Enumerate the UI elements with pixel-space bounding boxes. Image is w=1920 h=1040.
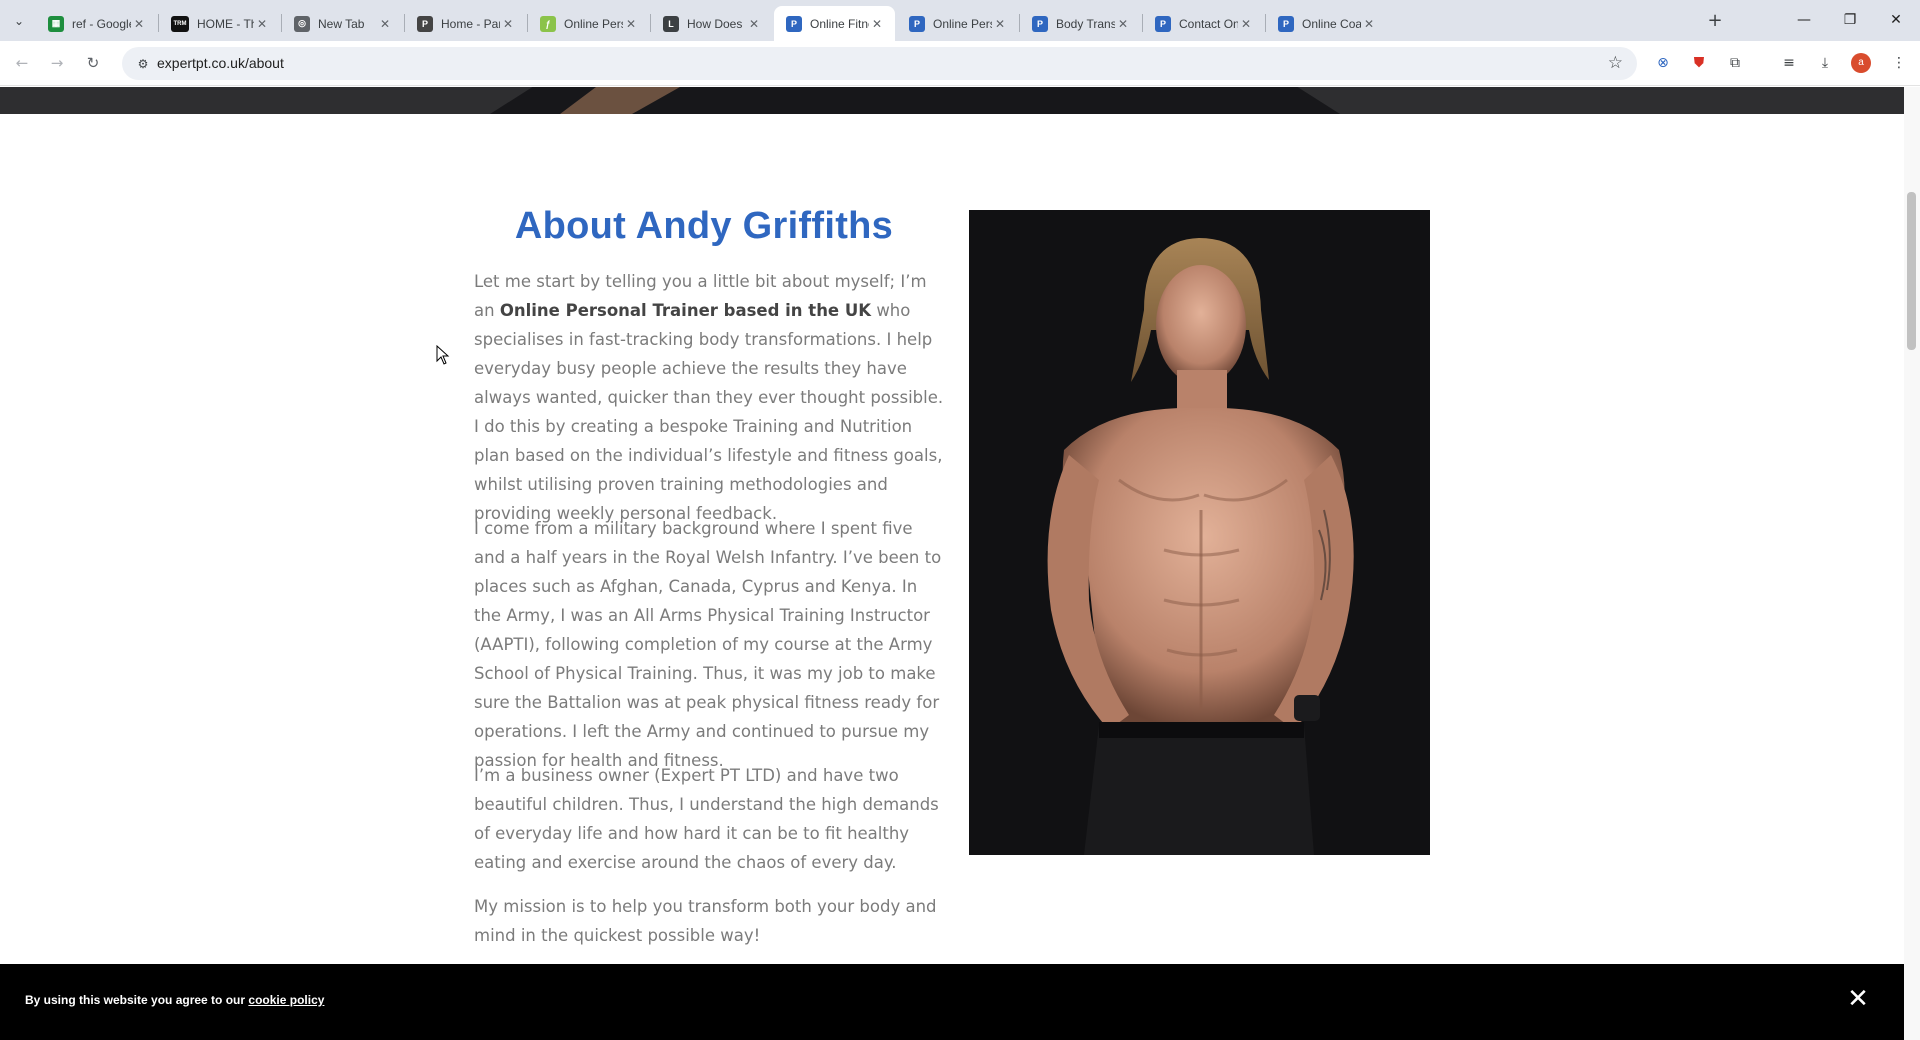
close-window-icon[interactable]: ✕ <box>1873 8 1919 32</box>
military-paragraph: I come from a military background where … <box>474 519 942 770</box>
tab-title: HOME - The R <box>197 16 254 31</box>
l-logo-icon: L <box>663 15 679 32</box>
expertpt-icon: P <box>1032 15 1048 32</box>
page-title: About Andy Griffiths <box>514 205 894 247</box>
tab-close-icon[interactable]: ✕ <box>869 17 885 31</box>
tab-close-icon[interactable]: ✕ <box>1238 17 1254 31</box>
trainer-photo-illustration <box>969 210 1430 855</box>
tab-close-icon[interactable]: ✕ <box>1361 17 1377 31</box>
extensions-puzzle-icon[interactable]: ⧉ <box>1724 52 1746 74</box>
page-viewport: About Andy Griffiths Let me start by tel… <box>0 87 1904 1040</box>
extension-icon[interactable]: ⊗ <box>1652 52 1674 74</box>
browser-tab[interactable]: P Online Fitness✕ <box>774 6 895 41</box>
browser-toolbar: ← → ↻ ⚙ expertpt.co.uk/about ☆ ⊗ ⛊ ⧉ ≡ ⤓… <box>0 41 1920 86</box>
tab-title: ref - Google Sh <box>72 16 131 31</box>
shield-extension-icon[interactable]: ⛊ <box>1688 52 1710 74</box>
tab-title: Online Fitness <box>810 16 869 31</box>
trainer-photo <box>969 210 1430 855</box>
forward-icon[interactable]: → <box>45 51 69 75</box>
chrome-icon: ◎ <box>294 15 310 32</box>
google-sheets-icon: ▦ <box>48 15 64 32</box>
tab-title: Contact Online <box>1179 16 1238 31</box>
tab-search-chevron-icon[interactable]: ⌄ <box>8 10 30 32</box>
mission-paragraph: My mission is to help you transform both… <box>474 897 937 945</box>
minimize-icon[interactable]: — <box>1781 8 1827 32</box>
expertpt-icon: P <box>786 15 802 32</box>
expertpt-icon: P <box>1278 15 1294 32</box>
browser-tab[interactable]: ƒ Online Persona✕ <box>528 6 649 41</box>
browser-tab[interactable]: P Online Coachin✕ <box>1266 6 1387 41</box>
mouse-cursor-icon <box>436 345 450 365</box>
business-paragraph: I’m a business owner (Expert PT LTD) and… <box>474 766 939 872</box>
tab-title: How Does Onli <box>687 16 746 31</box>
expertpt-icon: P <box>909 15 925 32</box>
tab-title: Home - Parker <box>441 16 500 31</box>
tab-close-icon[interactable]: ✕ <box>500 17 516 31</box>
intro-paragraph: Let me start by telling you a little bit… <box>474 267 944 528</box>
hero-image-bottom <box>0 87 1904 114</box>
browser-menu-icon[interactable]: ⋮ <box>1888 52 1910 74</box>
leaf-icon: ƒ <box>540 15 556 32</box>
tab-title: Body Transform <box>1056 16 1115 31</box>
cookie-policy-link[interactable]: cookie policy <box>248 993 324 1007</box>
tab-title: Online Persona <box>564 16 623 31</box>
browser-tab[interactable]: P Online Persona✕ <box>897 6 1018 41</box>
back-icon[interactable]: ← <box>10 51 34 75</box>
tab-close-icon[interactable]: ✕ <box>131 17 147 31</box>
tab-close-icon[interactable]: ✕ <box>623 17 639 31</box>
tab-close-icon[interactable]: ✕ <box>992 17 1008 31</box>
cookie-text: By using this website you agree to our <box>25 993 246 1007</box>
expertpt-icon: P <box>1155 15 1171 32</box>
tab-title: Online Persona <box>933 16 992 31</box>
tab-title: New Tab <box>318 16 365 31</box>
tab-title: Online Coachin <box>1302 16 1361 31</box>
profile-avatar[interactable]: a <box>1851 53 1871 73</box>
media-controls-icon[interactable]: ≡ <box>1778 52 1800 74</box>
new-tab-button[interactable]: + <box>1703 9 1727 33</box>
tab-close-icon[interactable]: ✕ <box>746 17 762 31</box>
browser-tab[interactable]: P Home - Parker✕ <box>405 6 526 41</box>
url-text[interactable]: expertpt.co.uk/about <box>157 55 284 71</box>
browser-tab[interactable]: ▦ ref - Google Sh✕ <box>36 6 157 41</box>
browser-tab[interactable]: P Contact Online✕ <box>1143 6 1264 41</box>
tab-close-icon[interactable]: ✕ <box>377 17 393 31</box>
tab-strip: ⌄ ▦ref - Google Sh✕TRMHOME - The R✕◎New … <box>0 0 1920 41</box>
cookie-close-icon[interactable]: ✕ <box>1845 986 1871 1012</box>
bookmark-star-icon[interactable]: ☆ <box>1608 53 1623 73</box>
parker-logo-icon: P <box>417 15 433 32</box>
browser-tab[interactable]: L How Does Onli✕ <box>651 6 772 41</box>
downloads-icon[interactable]: ⤓ <box>1814 52 1836 74</box>
restore-icon[interactable]: ❐ <box>1827 8 1873 32</box>
tab-close-icon[interactable]: ✕ <box>254 17 270 31</box>
address-bar[interactable]: ⚙ expertpt.co.uk/about ☆ <box>122 47 1637 80</box>
intro-text-end: who specialises in fast-tracking body tr… <box>474 301 944 523</box>
cookie-message: By using this website you agree to our c… <box>25 993 324 1007</box>
browser-tab[interactable]: ◎ New Tab ✕ <box>282 6 403 41</box>
scrollbar-thumb[interactable] <box>1907 192 1916 350</box>
tab-close-icon[interactable]: ✕ <box>1115 17 1131 31</box>
browser-tab[interactable]: P Body Transform✕ <box>1020 6 1141 41</box>
cookie-banner: By using this website you agree to our c… <box>0 964 1904 1040</box>
intro-text-bold: Online Personal Trainer based in the UK <box>499 301 872 320</box>
page-scrollbar[interactable] <box>1904 87 1920 1040</box>
reload-icon[interactable]: ↻ <box>81 51 105 75</box>
trm-logo-icon: TRM <box>171 15 189 32</box>
browser-tab[interactable]: TRM HOME - The R✕ <box>159 6 280 41</box>
site-info-icon[interactable]: ⚙ <box>134 55 152 73</box>
